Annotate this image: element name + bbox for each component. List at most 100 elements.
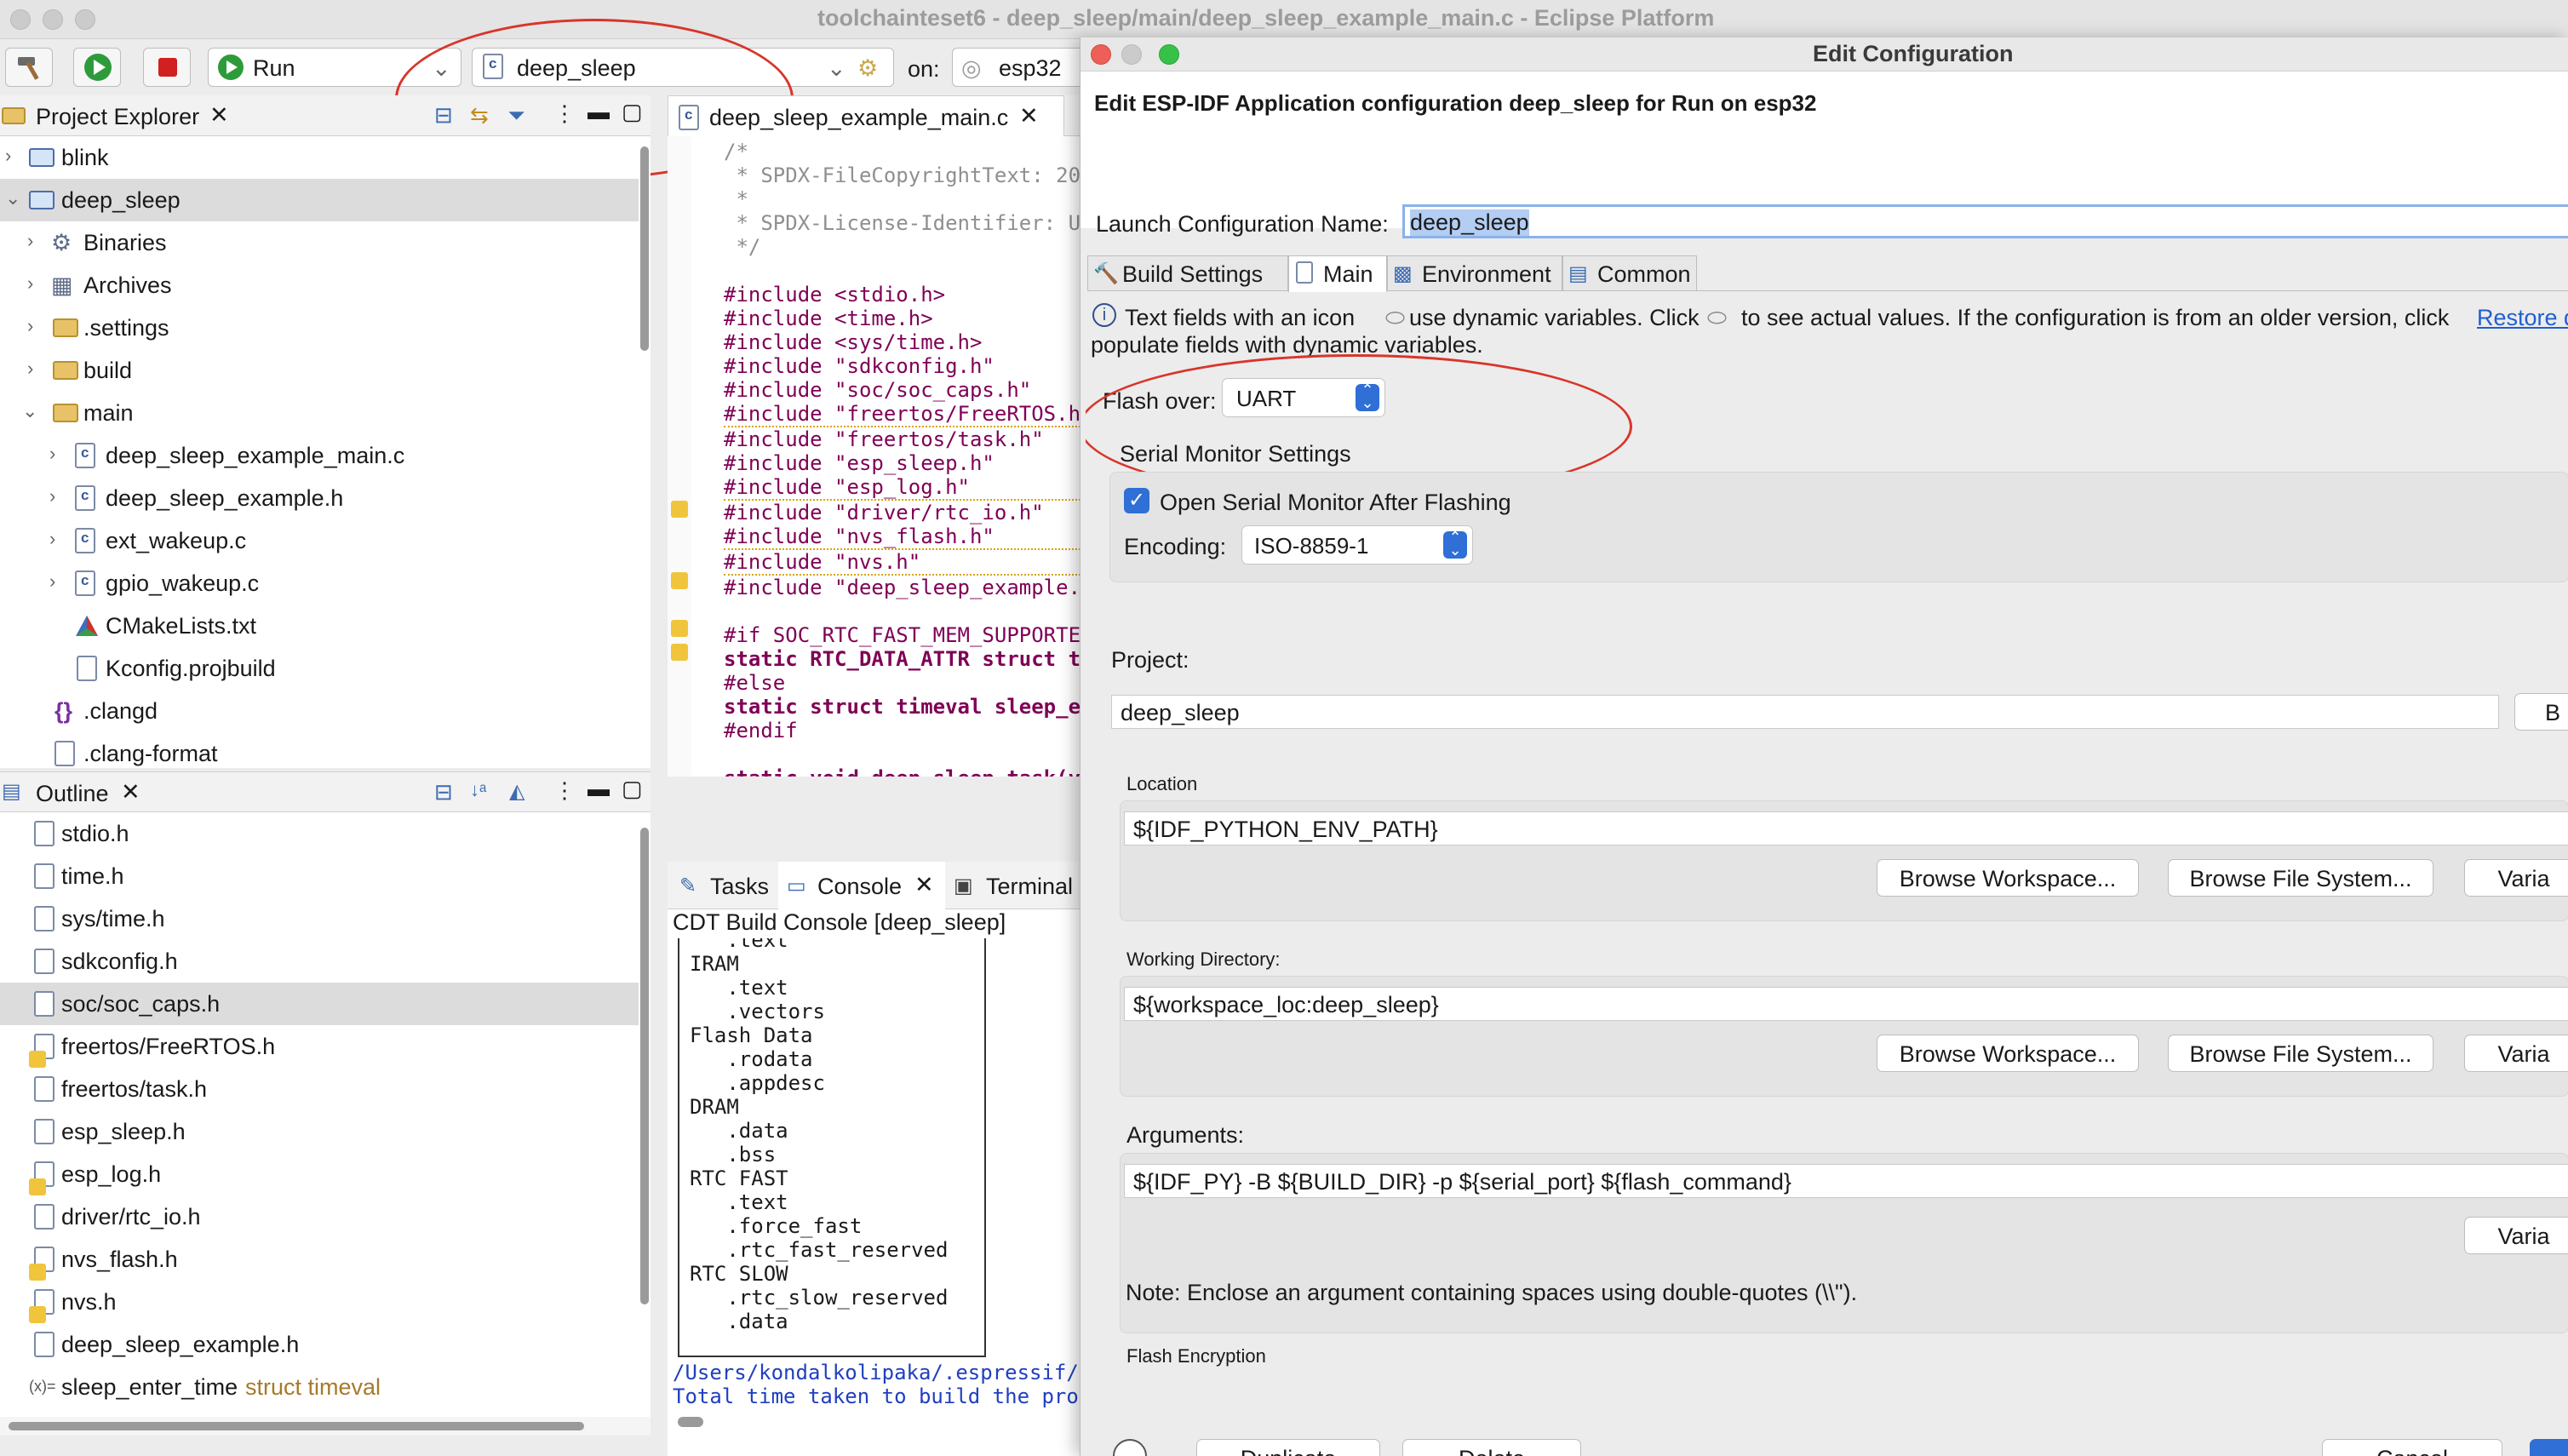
maximize-view-icon[interactable]: ▢: [622, 776, 643, 802]
tab-console-active[interactable]: ▭ Console ✕: [778, 862, 945, 909]
tree-item-gpio-wakeup-c[interactable]: › gpio_wakeup.c: [0, 562, 639, 605]
arguments-variables-button[interactable]: Varia: [2464, 1217, 2568, 1254]
tab-main[interactable]: Main: [1288, 255, 1387, 292]
outline-item[interactable]: esp_log.h: [0, 1153, 639, 1195]
tree-item-deep-sleep-example-h[interactable]: › deep_sleep_example.h: [0, 477, 639, 519]
duplicate-button[interactable]: Duplicate: [1196, 1439, 1380, 1456]
code-text[interactable]: /* * SPDX-FileCopyrightText: 20 * * SPDX…: [724, 140, 1080, 777]
arguments-input[interactable]: ${IDF_PY} -B ${BUILD_DIR} -p ${serial_po…: [1124, 1164, 2568, 1198]
close-icon[interactable]: ✕: [1019, 103, 1039, 129]
outline-item[interactable]: nvs.h: [0, 1281, 639, 1323]
outline-item[interactable]: soc/soc_caps.h: [0, 983, 639, 1025]
sort-icon[interactable]: ↓ᵃ: [470, 779, 486, 801]
chevron-down-icon[interactable]: ⌄: [5, 187, 20, 209]
horizontal-scrollbar[interactable]: [678, 1417, 703, 1427]
chevron-right-icon[interactable]: ›: [49, 570, 55, 593]
chevron-right-icon[interactable]: ›: [49, 528, 55, 550]
link-with-editor-icon[interactable]: ⇆: [470, 102, 489, 129]
outline-item[interactable]: freertos/task.h: [0, 1068, 639, 1110]
stop-button[interactable]: [143, 48, 191, 87]
minimize-window-button[interactable]: [43, 9, 63, 30]
tree-item-binaries[interactable]: › ⚙ Binaries: [0, 221, 639, 264]
vertical-scrollbar[interactable]: [640, 146, 649, 351]
minimize-view-icon[interactable]: ▬: [588, 776, 610, 802]
outline-item[interactable]: driver/rtc_io.h: [0, 1195, 639, 1238]
tree-item-settings[interactable]: › .settings: [0, 307, 639, 349]
tree-item-main[interactable]: ⌄ main: [0, 392, 639, 434]
tree-item-archives[interactable]: › ▦ Archives: [0, 264, 639, 307]
launch-button[interactable]: [73, 48, 121, 87]
chevron-right-icon[interactable]: ›: [27, 230, 33, 252]
chevron-down-icon[interactable]: ⌄: [22, 400, 37, 422]
build-button[interactable]: [5, 48, 53, 87]
outline-variable-item[interactable]: (x)= sleep_enter_time struct timeval: [0, 1366, 639, 1408]
outline-item[interactable]: deep_sleep_example.h: [0, 1323, 639, 1366]
dialog-close-button[interactable]: [1091, 44, 1111, 65]
collapse-all-icon[interactable]: ⊟: [434, 779, 453, 805]
gear-icon[interactable]: ⚙: [857, 55, 878, 82]
tree-item-clang-format[interactable]: .clang-format: [0, 732, 639, 768]
location-variables-button[interactable]: Varia: [2464, 859, 2568, 897]
location-browse-workspace-button[interactable]: Browse Workspace...: [1877, 859, 2139, 897]
maximize-view-icon[interactable]: ▢: [622, 99, 643, 125]
tree-item-deep-sleep[interactable]: ⌄ deep_sleep: [0, 179, 639, 221]
chevron-right-icon[interactable]: ›: [5, 145, 11, 167]
chevron-right-icon[interactable]: ›: [49, 485, 55, 507]
cancel-button[interactable]: Cancel: [2322, 1439, 2502, 1456]
view-menu-icon[interactable]: ⋮: [553, 100, 576, 127]
filter-icon[interactable]: ⏷: [507, 102, 525, 129]
editor-tab[interactable]: deep_sleep_example_main.c ✕: [668, 95, 1064, 136]
restore-defaults-link[interactable]: Restore de: [2477, 305, 2568, 331]
tree-item-ext-wakeup-c[interactable]: › ext_wakeup.c: [0, 519, 639, 562]
delete-button[interactable]: Delete: [1402, 1439, 1581, 1456]
view-menu-icon[interactable]: ⋮: [553, 777, 576, 804]
project-browse-button[interactable]: B: [2514, 693, 2568, 731]
location-browse-file-system-button[interactable]: Browse File System...: [2168, 859, 2433, 897]
launch-target-combo[interactable]: ◎ esp32: [952, 48, 1090, 87]
launch-config-name-input[interactable]: deep_sleep: [1402, 204, 2568, 238]
help-icon[interactable]: [1113, 1439, 1147, 1456]
hide-fields-icon[interactable]: ◭: [509, 779, 524, 804]
dialog-minimize-button[interactable]: [1121, 44, 1142, 65]
workdir-variables-button[interactable]: Varia: [2464, 1035, 2568, 1072]
chevron-right-icon[interactable]: ›: [49, 443, 55, 465]
close-icon[interactable]: ✕: [209, 102, 229, 129]
show-values-icon[interactable]: ⬭: [1707, 305, 1727, 332]
close-icon[interactable]: ✕: [914, 872, 934, 898]
launch-configuration-combo[interactable]: deep_sleep ⌄ ⚙: [472, 48, 894, 87]
tab-build-settings[interactable]: 🔨 Build Settings: [1087, 255, 1288, 291]
flash-over-select[interactable]: UART ⌃ ⌄: [1222, 378, 1385, 417]
tree-item-deep-sleep-example-main-c[interactable]: › deep_sleep_example_main.c: [0, 434, 639, 477]
outline-item[interactable]: time.h: [0, 855, 639, 897]
chevron-right-icon[interactable]: ›: [27, 315, 33, 337]
tab-terminal[interactable]: Terminal: [986, 874, 1073, 900]
tab-common[interactable]: ▤ Common: [1562, 255, 1697, 291]
tree-item-clangd[interactable]: {} .clangd: [0, 690, 639, 732]
location-input[interactable]: ${IDF_PYTHON_ENV_PATH}: [1124, 811, 2568, 846]
workdir-browse-file-system-button[interactable]: Browse File System...: [2168, 1035, 2433, 1072]
horizontal-scrollbar[interactable]: [9, 1422, 584, 1430]
chevron-right-icon[interactable]: ›: [27, 272, 33, 295]
tree-item-cmakelists[interactable]: CMakeLists.txt: [0, 605, 639, 647]
tree-item-build[interactable]: › build: [0, 349, 639, 392]
tab-tasks[interactable]: Tasks: [710, 874, 769, 900]
outline-item[interactable]: freertos/FreeRTOS.h: [0, 1025, 639, 1068]
minimize-view-icon[interactable]: ▬: [588, 99, 610, 125]
encoding-select[interactable]: ISO-8859-1 ⌃ ⌄: [1241, 525, 1473, 565]
outline-item[interactable]: nvs_flash.h: [0, 1238, 639, 1281]
outline-item[interactable]: stdio.h: [0, 812, 639, 855]
close-icon[interactable]: ✕: [121, 779, 140, 805]
collapse-all-icon[interactable]: ⊟: [434, 102, 453, 129]
project-input[interactable]: deep_sleep: [1111, 695, 2499, 729]
open-monitor-checkbox[interactable]: ✓: [1124, 488, 1149, 513]
tree-item-kconfig[interactable]: Kconfig.projbuild: [0, 647, 639, 690]
working-directory-input[interactable]: ${workspace_loc:deep_sleep}: [1124, 987, 2568, 1021]
ok-button[interactable]: [2530, 1439, 2568, 1456]
zoom-window-button[interactable]: [75, 9, 95, 30]
chevron-right-icon[interactable]: ›: [27, 358, 33, 380]
outline-item[interactable]: sdkconfig.h: [0, 940, 639, 983]
outline-item[interactable]: sys/time.h: [0, 897, 639, 940]
workdir-browse-workspace-button[interactable]: Browse Workspace...: [1877, 1035, 2139, 1072]
close-window-button[interactable]: [10, 9, 31, 30]
launch-mode-combo[interactable]: Run ⌄: [208, 48, 461, 87]
